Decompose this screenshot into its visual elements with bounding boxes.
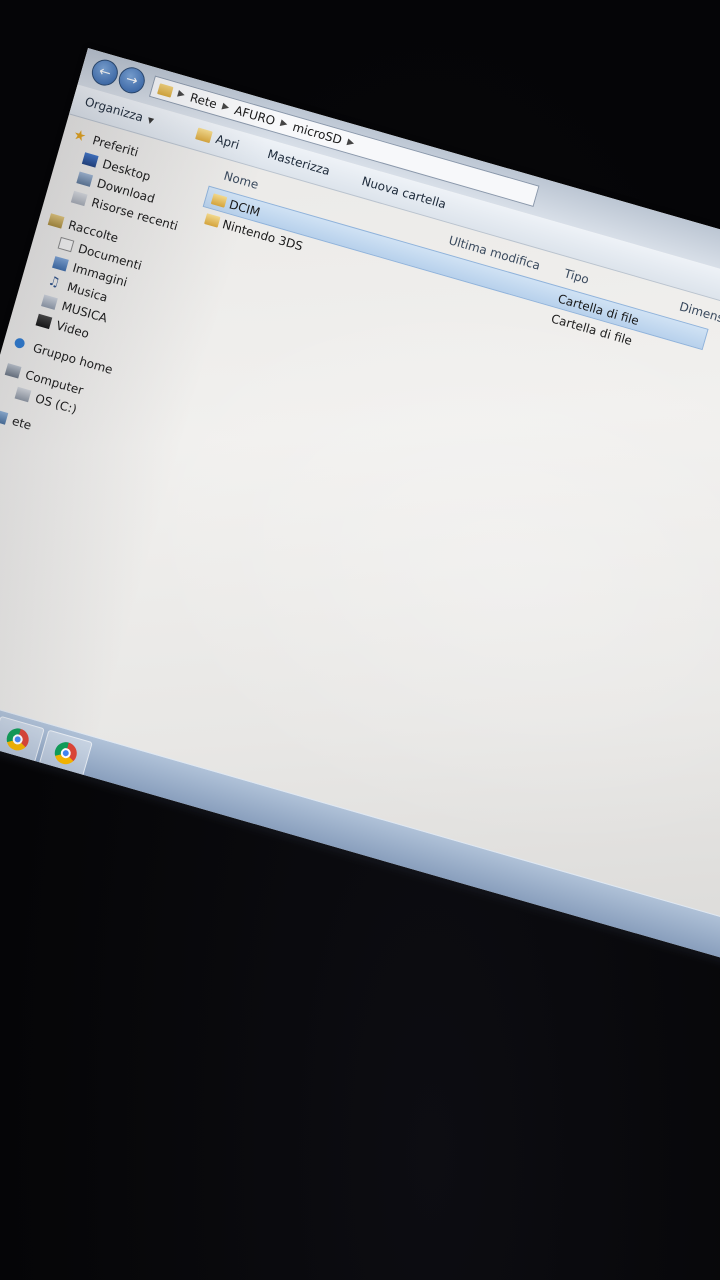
photo-background: ← → ▶ Rete ▶ AFURO ▶ microSD ▶ Organizza… — [0, 0, 720, 1280]
star-icon: ★ — [71, 126, 88, 146]
column-header-nome[interactable]: Nome — [222, 169, 260, 192]
network-icon — [0, 409, 9, 425]
chevron-right-icon: ▶ — [220, 101, 231, 114]
chevron-right-icon: ▶ — [279, 118, 289, 130]
breadcrumb-rete[interactable]: Rete — [188, 90, 218, 111]
folder-icon — [157, 82, 174, 98]
document-icon — [57, 236, 75, 253]
desktop-icon — [81, 152, 99, 168]
computer-icon — [4, 363, 22, 379]
folder-icon — [204, 213, 221, 228]
apri-button[interactable]: Apri — [195, 127, 242, 153]
folder-icon — [210, 193, 228, 208]
forward-button[interactable]: → — [115, 64, 148, 97]
sidebar-item-label: ete — [10, 413, 34, 433]
apri-label: Apri — [214, 132, 242, 153]
chevron-right-icon: ▶ — [176, 88, 186, 101]
chrome-icon — [4, 725, 32, 754]
video-icon — [35, 313, 53, 330]
chevron-down-icon: ▼ — [146, 114, 155, 126]
recent-places-icon — [70, 190, 88, 207]
homegroup-icon: ● — [12, 334, 28, 352]
pictures-icon — [52, 256, 69, 272]
explorer-window: ← → ▶ Rete ▶ AFURO ▶ microSD ▶ Organizza… — [0, 48, 720, 997]
music-note-icon: ♫ — [46, 273, 62, 292]
chevron-right-icon: ▶ — [345, 137, 356, 149]
download-icon — [76, 171, 94, 187]
column-header-tipo[interactable]: Tipo — [562, 266, 590, 286]
drive-icon — [14, 386, 32, 403]
open-folder-icon — [195, 127, 213, 144]
library-folder-icon — [41, 294, 58, 310]
breadcrumb-microsd[interactable]: microSD — [291, 120, 343, 147]
breadcrumb-afuro[interactable]: AFURO — [233, 103, 277, 128]
libraries-icon — [47, 213, 65, 229]
chrome-icon — [52, 739, 80, 767]
back-button[interactable]: ← — [88, 56, 121, 89]
